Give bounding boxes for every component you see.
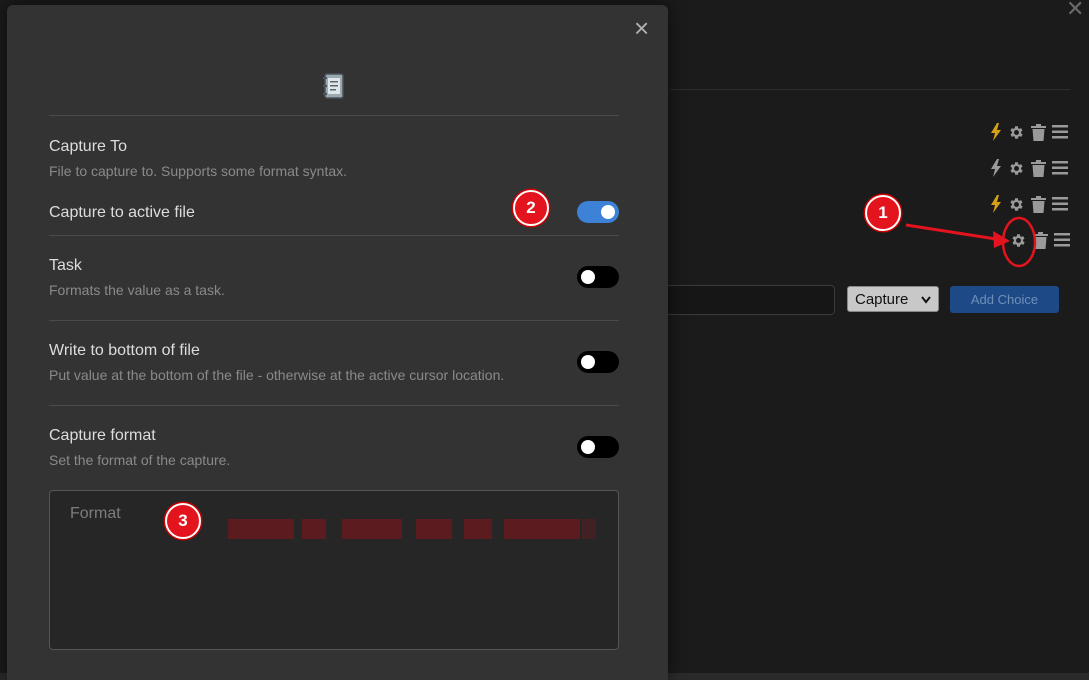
annotation-overlay: [905, 216, 1037, 268]
annotation-badge-1: 1: [865, 195, 901, 231]
annotation-badge-3: 3: [165, 503, 201, 539]
highlight-ellipse: [1001, 216, 1037, 268]
annotation-arrow: [905, 223, 997, 241]
annotation-badge-2: 2: [513, 190, 549, 226]
arrow-head: [993, 231, 1010, 248]
